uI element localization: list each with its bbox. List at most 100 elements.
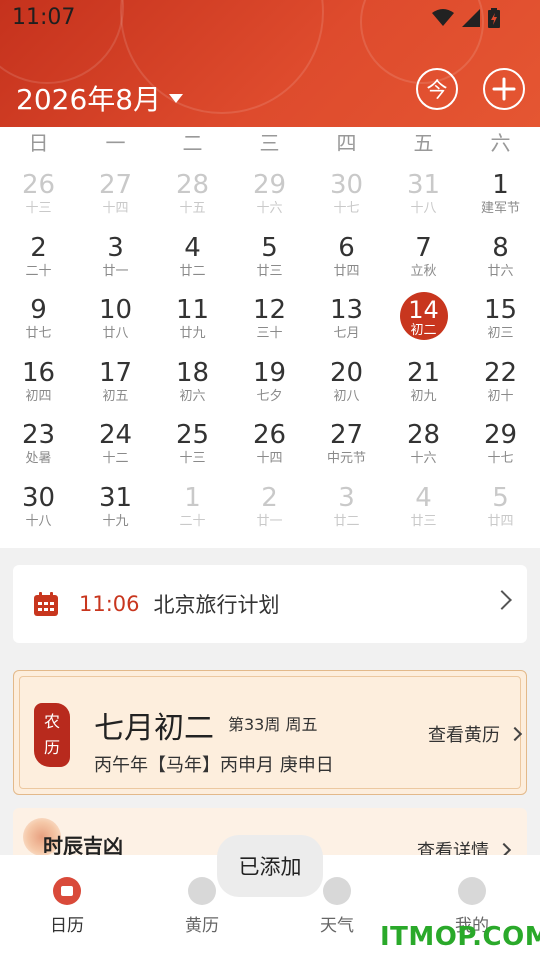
day-cell[interactable]: 13 七月 <box>308 295 385 358</box>
day-lunar: 廿四 <box>487 513 514 529</box>
day-cell[interactable]: 29 十七 <box>462 420 539 483</box>
day-cell[interactable]: 28 十六 <box>385 420 462 483</box>
day-lunar: 十九 <box>102 513 129 529</box>
day-lunar: 七月 <box>333 326 360 341</box>
day-cell[interactable]: 6 廿四 <box>308 233 385 296</box>
weekday-label: 三 <box>259 131 280 155</box>
day-lunar: 廿一 <box>256 513 283 529</box>
day-cell[interactable]: 4 廿三 <box>385 483 462 546</box>
view-almanac-link[interactable]: 查看黄历 <box>428 721 522 747</box>
day-cell[interactable]: 2 廿一 <box>231 483 308 546</box>
day-lunar: 廿六 <box>487 263 514 279</box>
day-cell[interactable]: 26 十四 <box>231 420 308 483</box>
day-cell[interactable]: 24 十二 <box>77 420 154 483</box>
day-number: 7 <box>415 232 432 263</box>
day-number: 17 <box>98 357 133 388</box>
signal-icon <box>462 9 480 27</box>
day-cell[interactable]: 10 廿八 <box>77 295 154 358</box>
add-button[interactable] <box>483 68 525 110</box>
lunar-seal-logo: 农 历 <box>34 703 70 767</box>
day-cell[interactable]: 28 十五 <box>154 170 231 233</box>
day-cell[interactable]: 1 建军节 <box>462 170 539 233</box>
chevron-right-icon <box>507 726 522 742</box>
day-number: 1 <box>492 170 509 200</box>
day-cell-selected[interactable]: 14 初二 <box>385 292 462 358</box>
day-number: 8 <box>492 232 509 263</box>
month-selector[interactable]: 2026年8月 <box>16 78 184 118</box>
day-lunar: 初三 <box>487 326 514 341</box>
day-lunar: 初十 <box>487 388 514 404</box>
day-cell[interactable]: 31 十八 <box>385 170 462 233</box>
day-cell[interactable]: 21 初九 <box>385 358 462 421</box>
day-cell[interactable]: 9 廿七 <box>0 295 77 358</box>
day-number: 28 <box>406 420 441 450</box>
plus-icon <box>492 77 516 101</box>
toast: 已添加 <box>217 835 323 897</box>
day-cell[interactable]: 3 廿一 <box>77 233 154 296</box>
day-cell[interactable]: 5 廿四 <box>462 483 539 546</box>
day-number: 26 <box>252 420 287 450</box>
day-cell[interactable]: 27 十四 <box>77 170 154 233</box>
ganzhi-text: 丙午年【马年】丙申月 庚申日 <box>94 755 334 776</box>
day-cell[interactable]: 2 二十 <box>0 233 77 296</box>
weekday-label: 二 <box>182 131 203 155</box>
day-lunar: 十四 <box>102 201 129 216</box>
day-cell[interactable]: 19 七夕 <box>231 358 308 421</box>
day-lunar: 初五 <box>102 388 129 404</box>
day-lunar: 十四 <box>256 451 283 466</box>
day-cell[interactable]: 29 十六 <box>231 170 308 233</box>
day-lunar: 廿八 <box>102 326 129 341</box>
chevron-right-icon <box>492 590 512 610</box>
day-number: 23 <box>21 420 56 450</box>
day-lunar: 二十 <box>25 263 52 279</box>
watermark-logo: ITMOP.COM <box>380 922 540 952</box>
day-number: 4 <box>415 482 432 513</box>
compass-icon <box>188 877 216 905</box>
day-cell[interactable]: 15 初三 <box>462 295 539 358</box>
day-number: 3 <box>338 482 355 513</box>
calendar-icon <box>53 877 81 905</box>
day-number: 3 <box>107 232 124 263</box>
day-cell[interactable]: 5 廿三 <box>231 233 308 296</box>
day-cell[interactable]: 11 廿九 <box>154 295 231 358</box>
day-number: 2 <box>261 482 278 513</box>
day-cell[interactable]: 16 初四 <box>0 358 77 421</box>
day-number: 27 <box>329 420 364 450</box>
day-cell[interactable]: 27 中元节 <box>308 420 385 483</box>
day-lunar: 廿七 <box>25 326 52 341</box>
day-cell[interactable]: 1 二十 <box>154 483 231 546</box>
day-cell[interactable]: 17 初五 <box>77 358 154 421</box>
day-cell[interactable]: 22 初十 <box>462 358 539 421</box>
nav-item-calendar[interactable]: 日历 <box>27 877 107 936</box>
day-number: 19 <box>252 357 287 388</box>
day-number: 28 <box>175 170 210 200</box>
day-cell[interactable]: 20 初八 <box>308 358 385 421</box>
day-number: 14 <box>408 296 439 324</box>
header: 11:07 2026年8月 今 <box>0 0 540 127</box>
day-cell[interactable]: 4 廿二 <box>154 233 231 296</box>
day-number: 13 <box>329 295 364 325</box>
almanac-card[interactable]: 农 历 七月初二 第33周 周五 丙午年【马年】丙申月 庚申日 查看黄历 <box>13 670 527 795</box>
day-cell[interactable]: 18 初六 <box>154 358 231 421</box>
day-lunar: 十八 <box>410 201 437 216</box>
day-cell[interactable]: 7 立秋 <box>385 233 462 296</box>
day-cell[interactable]: 12 三十 <box>231 295 308 358</box>
cloud-icon <box>323 877 351 905</box>
day-number: 30 <box>21 482 56 513</box>
weekday-header: 日 一 二 三 四 五 六 <box>0 129 540 157</box>
day-cell[interactable]: 25 十三 <box>154 420 231 483</box>
user-icon <box>458 877 486 905</box>
day-number: 12 <box>252 295 287 325</box>
day-cell[interactable]: 26 十三 <box>0 170 77 233</box>
day-cell[interactable]: 30 十七 <box>308 170 385 233</box>
day-cell[interactable]: 23 处暑 <box>0 420 77 483</box>
day-cell[interactable]: 3 廿二 <box>308 483 385 546</box>
day-cell[interactable]: 30 十八 <box>0 483 77 546</box>
event-card[interactable]: 11:06 北京旅行计划 <box>13 565 527 643</box>
day-cell[interactable]: 31 十九 <box>77 483 154 546</box>
day-number: 2 <box>30 232 47 263</box>
day-lunar: 廿一 <box>102 263 129 279</box>
day-cell[interactable]: 8 廿六 <box>462 233 539 296</box>
day-number: 24 <box>98 420 133 450</box>
today-button[interactable]: 今 <box>416 68 458 110</box>
